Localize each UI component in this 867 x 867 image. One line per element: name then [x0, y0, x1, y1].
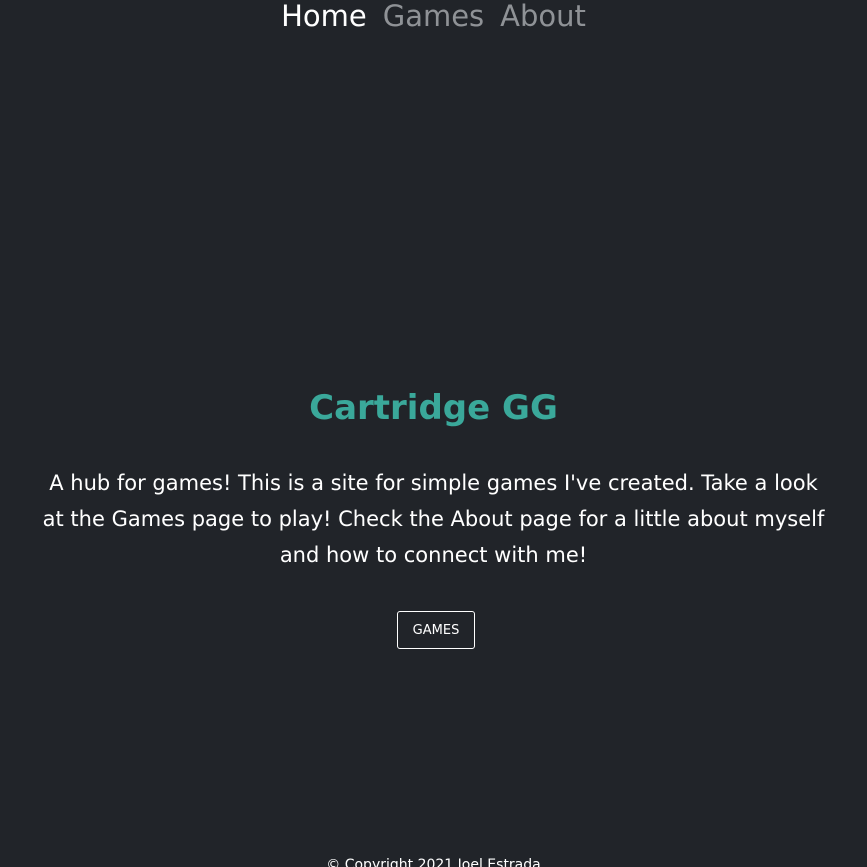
nav-link-about[interactable]: About: [500, 0, 586, 36]
nav-link-games[interactable]: Games: [383, 0, 484, 36]
top-nav: Home Games About: [0, 0, 867, 36]
hero-title: Cartridge GG: [309, 388, 558, 428]
footer-copyright: © Copyright 2021 Joel Estrada: [326, 857, 541, 867]
games-button[interactable]: GAMES: [397, 611, 475, 649]
hero-description: A hub for games! This is a site for simp…: [42, 471, 825, 567]
page: Home Games About Cartridge GG A hub for …: [0, 0, 867, 867]
nav-link-home[interactable]: Home: [281, 0, 367, 36]
